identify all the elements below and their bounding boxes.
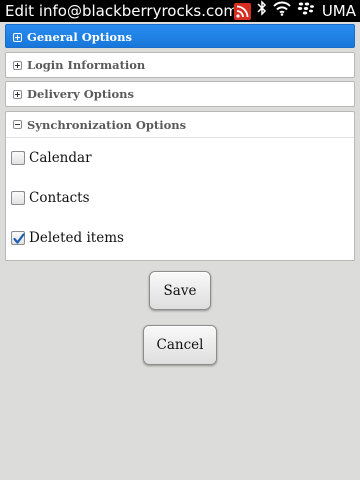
option-deleted-items[interactable]: Deleted items bbox=[11, 228, 124, 248]
wifi-icon bbox=[273, 0, 291, 22]
section-delivery-options[interactable]: Delivery Options bbox=[5, 81, 355, 107]
option-label: Deleted items bbox=[29, 230, 124, 246]
calendar-checkbox[interactable] bbox=[11, 151, 25, 165]
expand-icon bbox=[13, 60, 22, 70]
blackberry-icon bbox=[297, 0, 314, 22]
section-label: Login Information bbox=[27, 58, 146, 72]
section-header[interactable]: Login Information bbox=[6, 53, 354, 77]
deleted-items-checkbox[interactable] bbox=[11, 231, 25, 245]
expand-icon bbox=[13, 32, 22, 42]
section-header[interactable]: Synchronization Options bbox=[6, 112, 354, 138]
bluetooth-icon bbox=[257, 0, 267, 22]
contacts-checkbox[interactable] bbox=[11, 191, 25, 205]
section-login-information[interactable]: Login Information bbox=[5, 52, 355, 78]
option-contacts[interactable]: Contacts bbox=[11, 188, 90, 208]
option-calendar[interactable]: Calendar bbox=[11, 148, 92, 168]
title-bar: Edit info@blackberryrocks.com UMA bbox=[0, 0, 360, 22]
window-title: Edit info@blackberryrocks.com bbox=[5, 2, 239, 20]
section-general-options[interactable]: General Options bbox=[5, 24, 355, 48]
checkmark-icon bbox=[13, 233, 25, 244]
section-label: General Options bbox=[27, 30, 132, 44]
network-label: UMA bbox=[321, 2, 356, 20]
section-synchronization-options: Synchronization Options Calendar Contact… bbox=[5, 111, 355, 261]
expand-icon bbox=[13, 89, 22, 99]
section-header[interactable]: General Options bbox=[6, 25, 354, 49]
cancel-button[interactable]: Cancel bbox=[143, 325, 217, 365]
option-label: Contacts bbox=[29, 190, 90, 206]
section-header[interactable]: Delivery Options bbox=[6, 82, 354, 106]
rss-icon bbox=[233, 2, 251, 20]
option-label: Calendar bbox=[29, 150, 92, 166]
section-label: Delivery Options bbox=[27, 87, 135, 101]
save-button[interactable]: Save bbox=[149, 271, 211, 310]
collapse-icon bbox=[13, 120, 22, 129]
status-icons: UMA bbox=[233, 0, 356, 22]
section-label: Synchronization Options bbox=[27, 117, 187, 132]
